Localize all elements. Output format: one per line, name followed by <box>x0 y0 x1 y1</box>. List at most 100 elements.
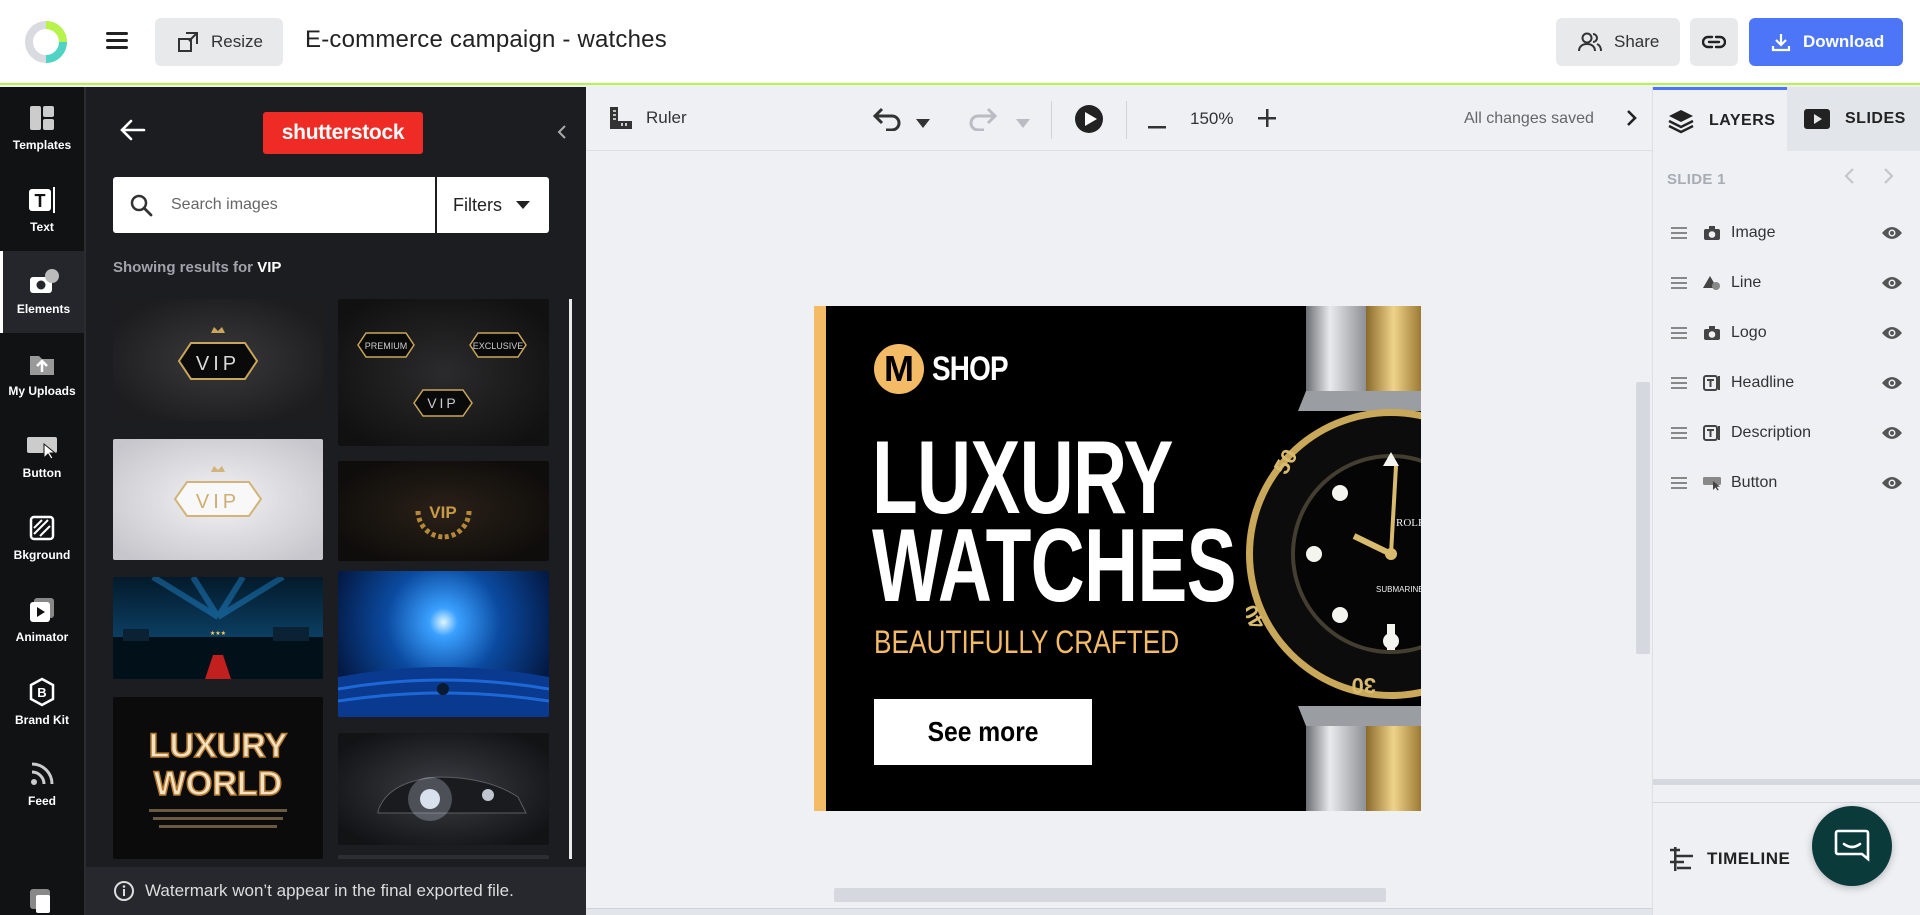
rail-item-templates[interactable]: Templates <box>0 87 84 169</box>
canvas-horizontal-scrollbar[interactable] <box>834 888 1386 902</box>
timeline-toggle[interactable]: TIMELINE <box>1669 847 1790 871</box>
result-thumb-cinema-light[interactable] <box>338 571 549 717</box>
ad-headline[interactable]: LUXURY WATCHES <box>872 426 1237 618</box>
document-title[interactable]: E-commerce campaign - watches <box>305 26 667 54</box>
right-panel-tabs: LAYERS SLIDES <box>1653 87 1920 151</box>
rail-label-background: Bkground <box>13 548 71 562</box>
rail-item-uploads[interactable]: My Uploads <box>0 333 84 415</box>
result-thumb-partial[interactable] <box>338 855 549 859</box>
undo-button[interactable] <box>872 105 902 136</box>
tab-layers[interactable]: LAYERS <box>1653 87 1787 151</box>
svg-text:VIP: VIP <box>196 353 240 375</box>
next-slide-icon[interactable] <box>1883 167 1895 190</box>
results-query: VIP <box>257 259 282 276</box>
svg-text:WORLD: WORLD <box>154 765 282 803</box>
layers-scrollbar[interactable] <box>1653 779 1920 785</box>
shutterstock-logo: shutterstock <box>263 112 423 154</box>
rail-item-elements[interactable]: Elements <box>0 251 84 333</box>
tab-slides[interactable]: SLIDES <box>1787 87 1920 151</box>
rail-item-brand-kit[interactable]: B Brand Kit <box>0 661 84 743</box>
rail-item-feed[interactable]: Feed <box>0 743 84 825</box>
camera-icon <box>1704 226 1720 240</box>
download-button[interactable]: Download <box>1749 18 1903 66</box>
previous-slide-icon[interactable] <box>1843 167 1855 190</box>
ad-cta-button[interactable]: See more <box>874 699 1092 765</box>
rail-item-text[interactable]: T Text <box>0 169 84 251</box>
ad-creative[interactable]: M SHOP LUXURY WATCHES BEAUTIFULLY CRAFTE… <box>814 306 1421 811</box>
svg-text:T: T <box>35 191 46 211</box>
ruler-label: Ruler <box>646 108 687 127</box>
result-thumb-hollywood-stage[interactable]: ★★★ <box>113 577 323 679</box>
layer-row-line[interactable]: Line <box>1653 258 1920 308</box>
result-thumb-vip-white[interactable]: VIP <box>113 439 323 560</box>
results-scrollbar[interactable] <box>569 299 572 859</box>
canvas-vertical-scrollbar[interactable] <box>1636 382 1650 654</box>
top-bar: Resize E-commerce campaign - watches Sha… <box>0 0 1920 85</box>
watch-image[interactable]: 50 40 30 ROLEX SUBMARINER <box>1236 306 1421 811</box>
menu-icon[interactable] <box>106 32 128 50</box>
ruler-icon <box>610 107 632 129</box>
layer-row-image[interactable]: Image <box>1653 208 1920 258</box>
result-thumb-luxury-world[interactable]: LUXURY WORLD <box>113 697 323 859</box>
eye-icon[interactable] <box>1881 226 1903 240</box>
image-results-grid: VIP VIP ★★★ LUXURY WORLD PREMIUM EXCLUSIVE… <box>113 299 553 859</box>
result-thumb-car-headlights[interactable] <box>338 733 549 845</box>
result-thumb-vip-laurel[interactable]: VIP <box>338 461 549 561</box>
download-label: Download <box>1803 32 1885 51</box>
chat-support-button[interactable] <box>1812 806 1892 886</box>
back-arrow-icon[interactable] <box>120 119 146 146</box>
layer-row-description[interactable]: Description <box>1653 408 1920 458</box>
rail-item-background[interactable]: Bkground <box>0 497 84 579</box>
eye-icon[interactable] <box>1881 276 1903 290</box>
eye-icon[interactable] <box>1881 326 1903 340</box>
filters-dropdown[interactable]: Filters <box>437 177 549 233</box>
canvas-toolbar: Ruler 150% All changes saved <box>586 87 1652 151</box>
resize-button[interactable]: Resize <box>155 18 283 66</box>
timeline-label: TIMELINE <box>1707 849 1791 868</box>
plus-icon <box>1258 109 1276 127</box>
layer-row-headline[interactable]: Headline <box>1653 358 1920 408</box>
eye-icon[interactable] <box>1881 376 1903 390</box>
zoom-in-button[interactable] <box>1258 109 1276 132</box>
redo-button[interactable] <box>968 105 998 136</box>
search-input[interactable] <box>171 196 411 214</box>
eye-icon[interactable] <box>1881 476 1903 490</box>
collapse-panel-icon[interactable] <box>557 125 567 144</box>
eye-icon[interactable] <box>1881 426 1903 440</box>
layers-icon <box>1668 109 1694 133</box>
undo-history-dropdown[interactable] <box>916 115 930 133</box>
drag-handle-icon[interactable] <box>1671 227 1687 239</box>
tab-slides-label: SLIDES <box>1845 110 1906 127</box>
drag-handle-icon[interactable] <box>1671 327 1687 339</box>
copy-link-button[interactable] <box>1690 18 1738 66</box>
rail-item-animator[interactable]: Animator <box>0 579 84 661</box>
layer-name: Headline <box>1731 374 1795 391</box>
zoom-out-button[interactable] <box>1148 117 1166 135</box>
logo-text: SHOP <box>932 349 1009 388</box>
expand-right-panel-icon[interactable] <box>1626 109 1638 132</box>
layer-row-logo[interactable]: Logo <box>1653 308 1920 358</box>
timeline-resize-handle[interactable] <box>586 908 1652 915</box>
drag-handle-icon[interactable] <box>1671 377 1687 389</box>
rail-item-button[interactable]: Button <box>0 415 84 497</box>
watermark-text: Watermark won’t appear in the final expo… <box>145 881 514 900</box>
share-button[interactable]: Share <box>1556 18 1680 66</box>
undo-icon <box>872 107 901 132</box>
drag-handle-icon[interactable] <box>1671 427 1687 439</box>
drag-handle-icon[interactable] <box>1671 277 1687 289</box>
ad-logo[interactable]: M SHOP <box>874 344 1024 394</box>
layer-row-button[interactable]: Button <box>1653 458 1920 508</box>
preview-play-button[interactable] <box>1074 104 1104 139</box>
accent-line[interactable] <box>814 306 826 811</box>
redo-history-dropdown[interactable] <box>1016 115 1030 133</box>
app-logo-icon[interactable] <box>24 16 70 68</box>
zoom-level[interactable]: 150% <box>1190 109 1233 129</box>
more-tools-icon[interactable] <box>28 887 56 915</box>
layer-name: Description <box>1731 424 1812 441</box>
ad-description[interactable]: BEAUTIFULLY CRAFTED <box>874 624 1179 661</box>
resize-label: Resize <box>211 32 263 51</box>
drag-handle-icon[interactable] <box>1671 477 1687 489</box>
result-thumb-vip-black[interactable]: VIP <box>113 299 323 421</box>
ruler-toggle[interactable]: Ruler <box>608 105 687 131</box>
result-thumb-premium-exclusive[interactable]: PREMIUM EXCLUSIVE VIP <box>338 299 549 446</box>
